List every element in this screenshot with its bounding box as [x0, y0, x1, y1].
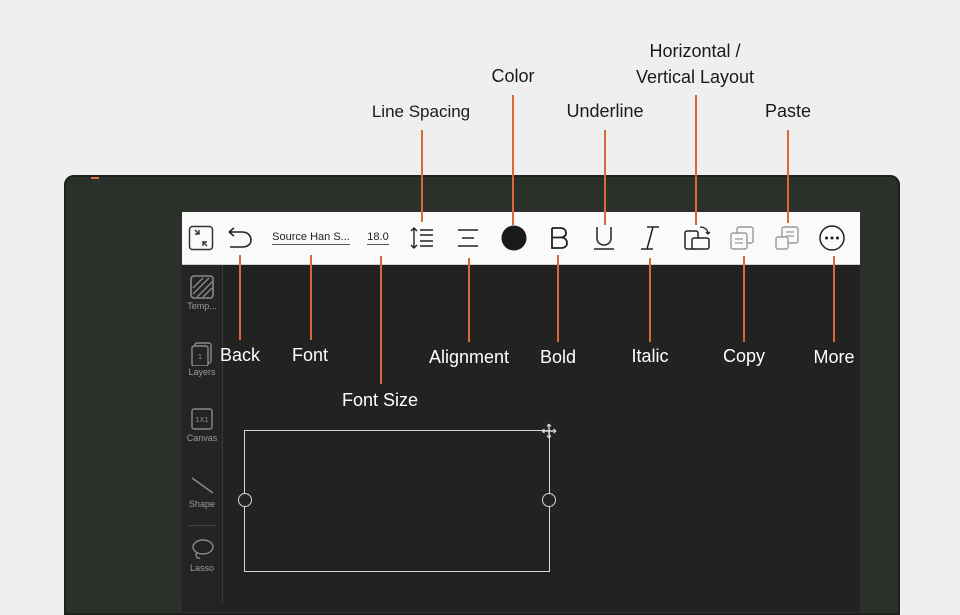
font-size-selector[interactable]: 18.0 [362, 212, 394, 264]
callout-label-italic: Italic [631, 346, 669, 366]
callout-label-alignment: Alignment [428, 347, 510, 367]
callout-label-line-spacing: Line Spacing [371, 102, 471, 121]
more-button[interactable] [818, 212, 846, 264]
move-icon[interactable] [541, 423, 557, 439]
callout-label-paste: Paste [764, 101, 812, 121]
resize-handle-right[interactable] [542, 493, 556, 507]
sidebar-item-shape[interactable]: Shape [182, 472, 222, 509]
callout-label-layout-line2: Vertical Layout [635, 67, 755, 87]
copy-button[interactable] [728, 212, 756, 264]
callout-label-font-size: Font Size [341, 390, 419, 410]
callout-line-copy [743, 256, 745, 342]
font-size-value: 18.0 [367, 231, 389, 245]
callout-line-font [310, 255, 312, 340]
canvas-icon: 1X1 [191, 408, 213, 430]
callout-line-font-size [380, 256, 382, 384]
italic-icon [641, 226, 659, 250]
svg-text:1: 1 [198, 353, 202, 361]
sidebar-item-label: Canvas [186, 433, 218, 443]
more-icon [819, 225, 845, 251]
text-box-selection[interactable] [238, 423, 557, 572]
callout-label-bold: Bold [539, 347, 577, 367]
back-arrow-icon [228, 227, 252, 248]
callout-line-alignment [468, 258, 470, 342]
sidebar-item-canvas[interactable]: 1X1 Canvas [182, 406, 222, 443]
sidebar-item-label: Shape [188, 499, 216, 509]
lasso-icon [192, 539, 214, 559]
copy-icon [730, 226, 754, 250]
sidebar-item-template[interactable]: Temp... [182, 274, 222, 311]
color-swatch-icon [501, 225, 527, 251]
callout-line-more [833, 256, 835, 342]
paste-icon [775, 226, 799, 250]
bold-icon [551, 227, 568, 249]
italic-button[interactable] [636, 212, 664, 264]
callout-line-bold [557, 255, 559, 342]
sidebar-item-label: Temp... [187, 301, 217, 311]
align-center-icon [458, 229, 478, 247]
line-spacing-icon [410, 227, 433, 249]
collapse-icon [188, 225, 214, 251]
layout-orientation-icon [684, 226, 711, 250]
callout-line-color [512, 95, 514, 225]
layout-orientation-button[interactable] [682, 212, 712, 264]
callout-line-layout [695, 95, 697, 225]
resize-handle-left[interactable] [238, 493, 252, 507]
callout-label-back: Back [219, 345, 261, 365]
alignment-button[interactable] [454, 212, 482, 264]
callout-line-line-spacing [421, 130, 423, 222]
underline-icon [594, 227, 614, 250]
canvas-ratio-badge: 1X1 [195, 416, 209, 424]
left-sidebar: Temp... 1 Layers 1X1 Canvas Shape Lasso [182, 264, 223, 604]
sidebar-item-label: Lasso [189, 563, 215, 573]
sidebar-item-layers[interactable]: 1 Layers [182, 340, 222, 377]
collapse-button[interactable] [186, 212, 216, 264]
callout-label-layout-line1: Horizontal / [649, 41, 741, 61]
sidebar-item-lasso[interactable]: Lasso [182, 536, 222, 573]
callout-label-font: Font [291, 345, 329, 365]
template-icon [190, 275, 214, 299]
shape-icon [191, 477, 214, 494]
sidebar-item-label: Layers [188, 367, 216, 377]
layers-icon: 1 [191, 342, 212, 366]
callout-line-back [239, 255, 241, 340]
font-name-value: Source Han S... [272, 231, 350, 245]
callout-label-copy: Copy [722, 346, 766, 366]
callout-line-italic [649, 258, 651, 342]
sidebar-divider [188, 525, 216, 526]
callout-label-layout: Horizontal / Vertical Layout [636, 38, 754, 90]
color-button[interactable] [498, 212, 530, 264]
callout-line-paste [787, 130, 789, 223]
text-toolbar: Source Han S... 18.0 [182, 212, 860, 265]
callout-label-underline: Underline [566, 101, 644, 121]
callout-line-underline [604, 130, 606, 225]
bold-button[interactable] [545, 212, 573, 264]
callout-label-more: More [813, 347, 855, 367]
callout-label-color: Color [491, 66, 535, 86]
